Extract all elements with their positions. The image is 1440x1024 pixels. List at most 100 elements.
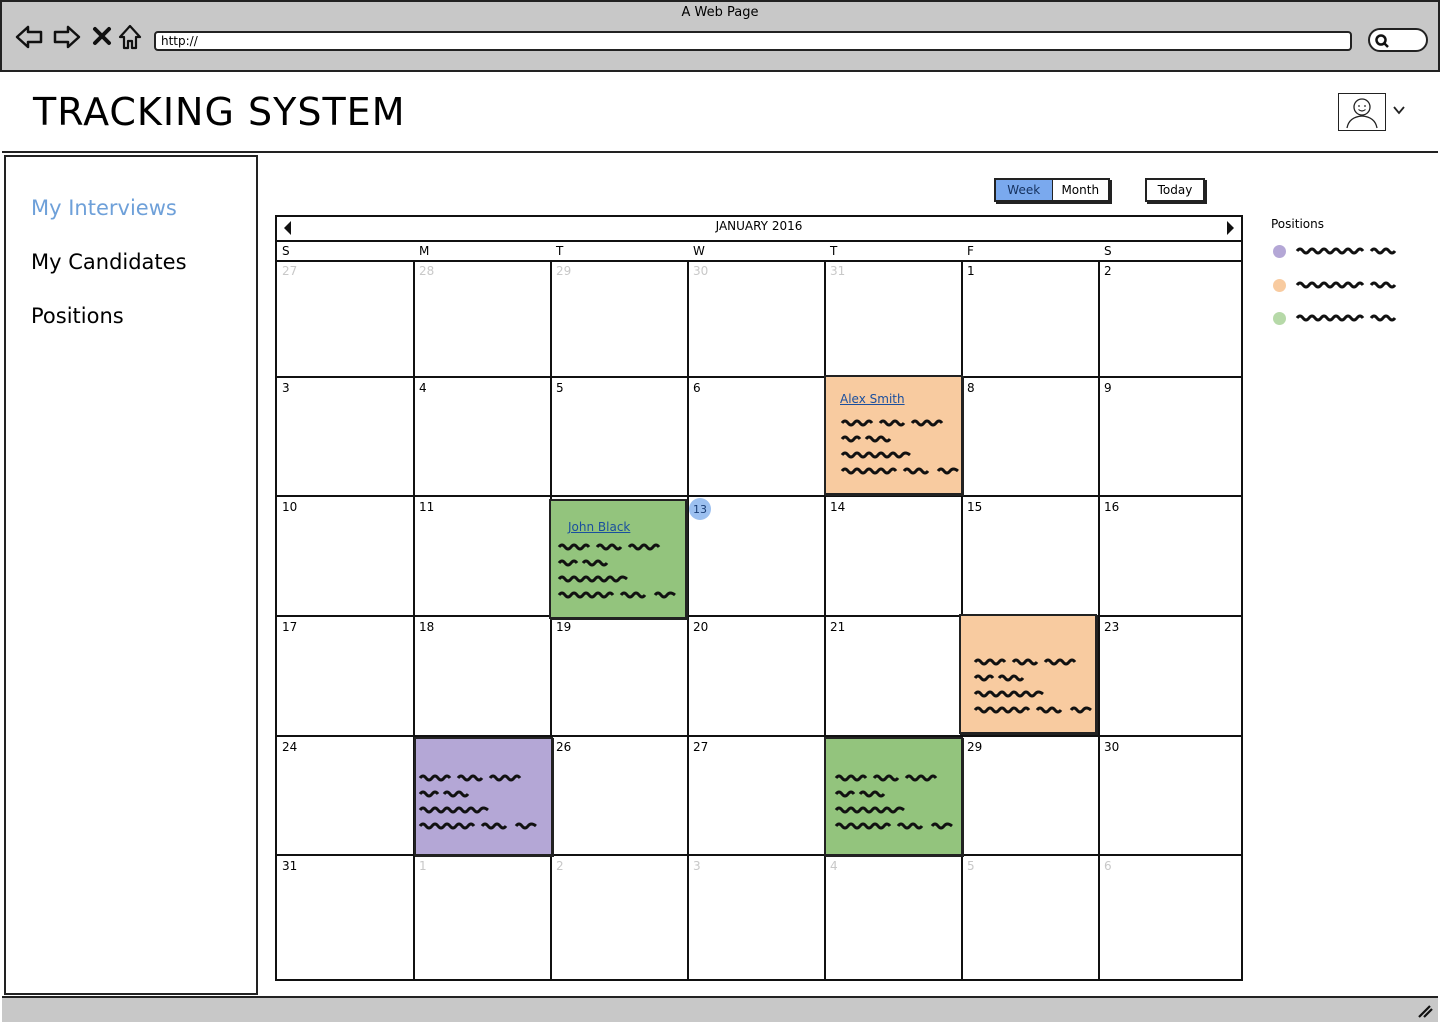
avatar[interactable] (1338, 93, 1386, 131)
day-cell[interactable]: 4 (415, 378, 550, 495)
day-number: 5 (967, 859, 975, 873)
legend-title: Positions (1271, 217, 1324, 231)
legend-label-scribble (1295, 314, 1397, 322)
weekday-header: S (1104, 244, 1112, 258)
weekday-header: S (282, 244, 290, 258)
day-cell[interactable]: 4 (826, 856, 961, 978)
day-cell[interactable]: 10 (278, 497, 413, 615)
day-cell[interactable]: 6 (689, 378, 824, 495)
day-number: 31 (282, 859, 298, 873)
day-cell[interactable]: 17 (278, 617, 413, 735)
day-number: 1 (419, 859, 427, 873)
today-badge[interactable]: 13 (689, 498, 711, 520)
day-cell[interactable]: 9 (1100, 378, 1235, 495)
day-cell[interactable]: 1 (415, 856, 550, 978)
day-cell[interactable]: 21 (826, 617, 961, 735)
event-interview[interactable] (824, 737, 963, 856)
day-cell[interactable]: 15 (963, 497, 1098, 615)
day-cell[interactable]: 6 (1100, 856, 1235, 978)
month-view-button[interactable]: Month (1053, 180, 1109, 200)
day-cell[interactable]: 20 (689, 617, 824, 735)
back-icon[interactable] (14, 22, 44, 52)
day-cell[interactable]: 31 (278, 856, 413, 978)
browser-search[interactable] (1368, 28, 1428, 52)
avatar-icon (1346, 98, 1378, 129)
weekday-header: F (967, 244, 974, 258)
day-number: 9 (1104, 381, 1112, 395)
day-cell[interactable]: 26 (552, 737, 687, 854)
sidebar-item-my-interviews[interactable]: My Interviews (31, 196, 177, 220)
day-number: 14 (830, 500, 846, 514)
day-number: 4 (830, 859, 838, 873)
day-cell[interactable]: 2 (1100, 261, 1235, 376)
search-icon (1375, 34, 1389, 48)
day-cell[interactable]: 18 (415, 617, 550, 735)
day-cell[interactable]: 30 (689, 261, 824, 376)
sidebar (4, 155, 258, 995)
event-details-scribble (418, 774, 537, 830)
legend-dot-green (1273, 312, 1286, 325)
day-cell[interactable]: 14 (826, 497, 961, 615)
prev-month-icon[interactable] (282, 220, 294, 236)
day-number: 2 (556, 859, 564, 873)
week-view-button[interactable]: Week (996, 180, 1053, 200)
event-interview[interactable] (959, 614, 1097, 734)
day-cell[interactable]: 2 (552, 856, 687, 978)
event-john-black[interactable]: John Black (549, 499, 687, 619)
day-cell[interactable]: 5 (963, 856, 1098, 978)
close-icon[interactable] (88, 22, 118, 52)
day-number: 26 (556, 740, 572, 754)
sidebar-item-my-candidates[interactable]: My Candidates (31, 250, 187, 274)
day-number: 3 (693, 859, 701, 873)
day-cell[interactable]: 8 (963, 378, 1098, 495)
next-month-icon[interactable] (1224, 220, 1236, 236)
day-cell[interactable]: 27 (278, 261, 413, 376)
day-number: 18 (419, 620, 435, 634)
weekday-header: M (419, 244, 430, 258)
day-cell[interactable]: 3 (278, 378, 413, 495)
day-number: 20 (693, 620, 709, 634)
event-details-scribble (557, 543, 676, 599)
day-cell[interactable]: 3 (689, 856, 824, 978)
weekday-header: W (693, 244, 705, 258)
day-cell[interactable]: 16 (1100, 497, 1235, 615)
legend-label-scribble (1295, 281, 1397, 289)
day-cell[interactable]: 24 (278, 737, 413, 854)
event-interview[interactable] (414, 737, 553, 856)
resize-icon[interactable] (1416, 1003, 1434, 1019)
day-cell[interactable]: 30 (1100, 737, 1235, 854)
sidebar-item-positions[interactable]: Positions (31, 304, 124, 328)
day-cell[interactable]: 29 (963, 737, 1098, 854)
day-number: 17 (282, 620, 298, 634)
url-bar[interactable]: http:// (154, 31, 1352, 51)
day-number: 8 (967, 381, 975, 395)
day-number: 15 (967, 500, 983, 514)
month-label: JANUARY 2016 (715, 219, 803, 233)
day-cell[interactable]: 29 (552, 261, 687, 376)
forward-icon[interactable] (52, 22, 82, 52)
day-cell[interactable]: 28 (415, 261, 550, 376)
home-icon[interactable] (116, 22, 146, 52)
day-cell[interactable]: 27 (689, 737, 824, 854)
day-cell[interactable]: 19 (552, 617, 687, 735)
weekday-header: T (556, 244, 564, 258)
day-number: 3 (282, 381, 290, 395)
day-cell[interactable]: 11 (415, 497, 550, 615)
app-title: TRACKING SYSTEM (33, 90, 406, 134)
day-cell[interactable]: 1 (963, 261, 1098, 376)
view-toggle: Week Month (994, 178, 1110, 202)
day-cell[interactable]: 23 (1100, 617, 1235, 735)
today-button[interactable]: Today (1145, 178, 1205, 202)
event-details-scribble (973, 658, 1092, 714)
chevron-down-icon[interactable] (1392, 104, 1406, 116)
event-candidate-link[interactable]: Alex Smith (840, 392, 905, 406)
day-number: 16 (1104, 500, 1120, 514)
event-candidate-link[interactable]: John Black (568, 520, 630, 534)
day-number: 29 (556, 264, 572, 278)
day-number: 19 (556, 620, 572, 634)
day-cell[interactable]: 31 (826, 261, 961, 376)
event-alex-smith[interactable]: Alex Smith (824, 375, 963, 495)
day-number: 6 (693, 381, 701, 395)
day-cell[interactable]: 5 (552, 378, 687, 495)
day-number: 28 (419, 264, 435, 278)
